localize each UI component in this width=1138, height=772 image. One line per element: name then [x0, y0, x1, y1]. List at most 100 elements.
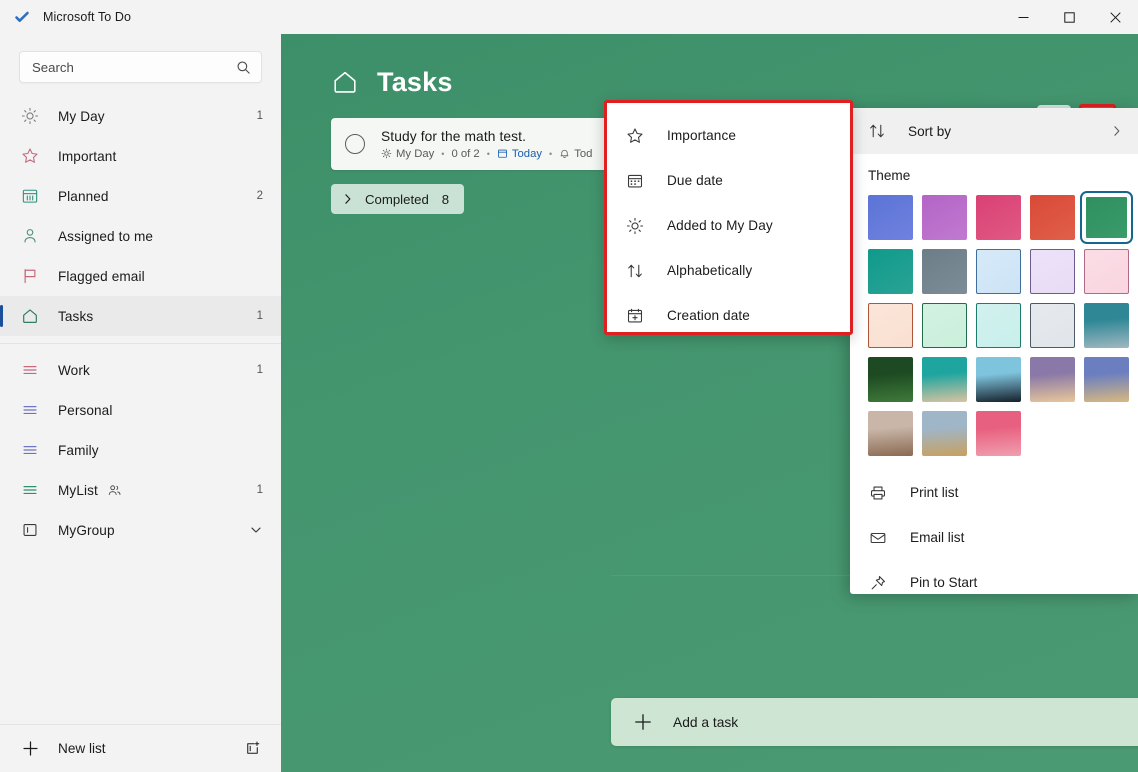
theme-swatch-light-aqua[interactable]: [976, 303, 1021, 348]
printer-icon: [868, 483, 888, 503]
completed-label: Completed: [365, 191, 429, 207]
theme-swatch-red[interactable]: [1030, 195, 1075, 240]
calendar-icon: [625, 171, 645, 191]
sidebar-list-work[interactable]: Work 1: [0, 350, 281, 390]
menu-item-label: Print list: [910, 485, 959, 500]
chevron-right-icon: [341, 192, 355, 206]
people-icon: [107, 483, 122, 498]
meta-separator: •: [441, 148, 445, 159]
menu-item-pin-to-start[interactable]: Pin to Start: [850, 560, 1138, 605]
theme-swatch-blue[interactable]: [868, 195, 913, 240]
sidebar-list-label: Work: [58, 362, 90, 378]
menu-item-email-list[interactable]: Email list: [850, 515, 1138, 560]
theme-swatch-light-pink[interactable]: [1084, 249, 1129, 294]
sidebar-item-important[interactable]: Important: [0, 136, 281, 176]
sidebar-item-planned[interactable]: Planned 2: [0, 176, 281, 216]
sort-arrows-icon: [868, 122, 886, 140]
sort-by-submenu: Importance Due date Added to My Day Alph…: [604, 100, 853, 335]
sun-icon: [625, 216, 645, 236]
theme-swatch-photo-tower[interactable]: [1084, 303, 1129, 348]
theme-section-title: Theme: [868, 168, 911, 183]
sidebar-list-personal[interactable]: Personal: [0, 390, 281, 430]
sidebar-item-label: Important: [58, 148, 117, 164]
task-steps-label: 0 of 2: [451, 147, 480, 160]
home-icon: [331, 68, 359, 96]
theme-swatch-teal[interactable]: [868, 249, 913, 294]
sort-option-label: Importance: [667, 128, 737, 143]
calendar-icon: [20, 186, 40, 206]
sidebar-item-label: My Day: [58, 108, 105, 124]
sidebar-item-assigned-to-me[interactable]: Assigned to me: [0, 216, 281, 256]
bell-icon: [559, 148, 570, 159]
new-group-icon[interactable]: [244, 740, 261, 757]
close-button[interactable]: [1092, 0, 1138, 34]
task-checkbox[interactable]: [345, 134, 365, 154]
sort-arrows-icon: [625, 261, 645, 281]
pin-icon: [868, 573, 888, 593]
theme-swatch-photo-beach[interactable]: [922, 357, 967, 402]
theme-swatch-photo-rose[interactable]: [976, 411, 1021, 456]
theme-swatch-light-peach[interactable]: [868, 303, 913, 348]
theme-swatch-photo-sunset[interactable]: [1030, 357, 1075, 402]
sidebar-list-label: Personal: [58, 402, 113, 418]
sidebar-item-flagged-email[interactable]: Flagged email: [0, 256, 281, 296]
plus-icon: [20, 739, 40, 759]
add-task-label: Add a task: [673, 714, 739, 730]
sidebar-item-tasks[interactable]: Tasks 1: [0, 296, 281, 336]
sidebar-list-family[interactable]: Family: [0, 430, 281, 470]
meta-separator: •: [549, 148, 553, 159]
search-container: Search: [0, 34, 281, 83]
menu-item-sort-by[interactable]: Sort by: [850, 108, 1138, 154]
theme-swatch-slate[interactable]: [922, 249, 967, 294]
chevron-down-icon[interactable]: [249, 523, 263, 537]
theme-swatch-pink[interactable]: [976, 195, 1021, 240]
completed-section-toggle[interactable]: Completed 8: [331, 184, 465, 214]
task-due-label: Today: [511, 147, 543, 160]
task-due-chip: Today: [497, 148, 542, 160]
sort-option-importance[interactable]: Importance: [607, 113, 850, 158]
microsoft-todo-window: Microsoft To Do Search My Day 1 Importan…: [0, 0, 1138, 772]
theme-swatch-photo-dusk[interactable]: [976, 357, 1021, 402]
more-options-menu: Sort by Theme Print list Email list Pin …: [850, 108, 1138, 594]
sidebar-list-count: 1: [256, 364, 263, 376]
sort-by-submenu-list: Importance Due date Added to My Day Alph…: [607, 103, 850, 348]
meta-separator: •: [486, 148, 490, 159]
sort-option-creation-date[interactable]: Creation date: [607, 293, 850, 338]
maximize-button[interactable]: [1046, 0, 1092, 34]
sort-option-due-date[interactable]: Due date: [607, 158, 850, 203]
sort-option-added-to-my-day[interactable]: Added to My Day: [607, 203, 850, 248]
star-icon: [625, 126, 645, 146]
sidebar-item-label: Tasks: [58, 308, 94, 324]
theme-swatch-light-gray[interactable]: [1030, 303, 1075, 348]
list-icon: [20, 400, 40, 420]
sort-option-label: Alphabetically: [667, 263, 753, 278]
sidebar-group-mygroup[interactable]: MyGroup: [0, 510, 281, 550]
sidebar-item-my-day[interactable]: My Day 1: [0, 96, 281, 136]
sort-option-alphabetically[interactable]: Alphabetically: [607, 248, 850, 293]
task-myday-chip: My Day: [381, 148, 434, 160]
minimize-button[interactable]: [1000, 0, 1046, 34]
theme-swatch-light-purple[interactable]: [1030, 249, 1075, 294]
theme-swatch-photo-poppy[interactable]: [922, 411, 967, 456]
theme-swatch-light-blue[interactable]: [976, 249, 1021, 294]
add-task-button[interactable]: Add a task: [611, 698, 1138, 746]
search-input[interactable]: Search: [19, 51, 262, 83]
menu-item-label: Pin to Start: [910, 575, 978, 590]
theme-swatch-photo-fern[interactable]: [868, 357, 913, 402]
sort-by-label: Sort by: [908, 123, 952, 139]
list-icon: [20, 480, 40, 500]
theme-swatch-light-mint[interactable]: [922, 303, 967, 348]
list-icon: [20, 360, 40, 380]
sun-icon: [20, 106, 40, 126]
sort-option-label: Added to My Day: [667, 218, 773, 233]
menu-item-print-list[interactable]: Print list: [850, 470, 1138, 515]
sidebar-list-mylist[interactable]: MyList 1: [0, 470, 281, 510]
theme-swatch-photo-desert[interactable]: [1084, 357, 1129, 402]
new-list-button[interactable]: New list: [0, 724, 281, 772]
theme-swatch-photo-light[interactable]: [868, 411, 913, 456]
theme-swatch-purple[interactable]: [922, 195, 967, 240]
mail-icon: [868, 528, 888, 548]
flag-icon: [20, 266, 40, 286]
theme-swatch-green[interactable]: [1080, 191, 1133, 244]
task-body: Study for the math test. My Day • 0 of 2…: [381, 129, 592, 160]
